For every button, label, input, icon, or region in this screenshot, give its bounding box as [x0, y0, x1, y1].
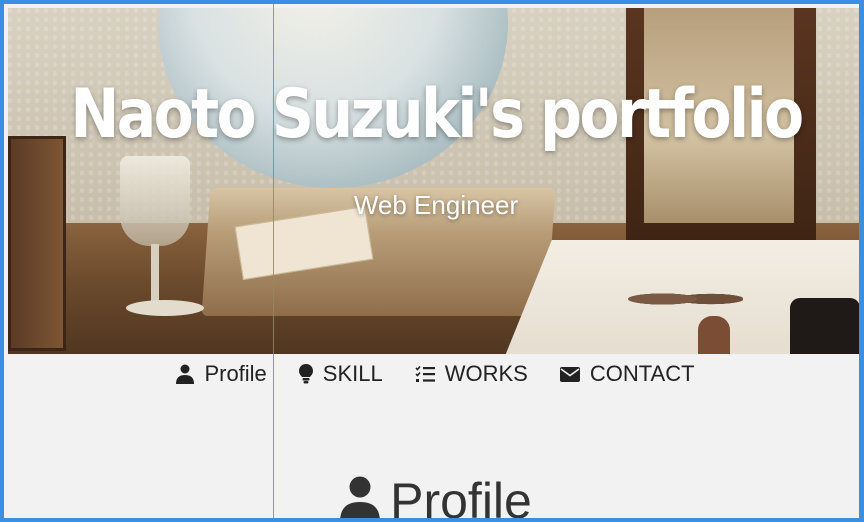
profile-section-heading: Profile	[4, 472, 859, 522]
nav-item-skill[interactable]: SKILL	[298, 361, 383, 387]
checklist-icon	[415, 365, 435, 383]
nav-item-contact[interactable]: CONTACT	[559, 361, 695, 387]
lightbulb-icon	[298, 364, 313, 384]
user-icon	[176, 364, 195, 384]
hero-subtitle: Web Engineer	[353, 190, 519, 220]
layout-guide-line	[273, 4, 274, 518]
nav-item-works[interactable]: WORKS	[415, 361, 528, 387]
nav-item-label: WORKS	[444, 361, 528, 386]
hero-inkwell-image	[790, 298, 859, 354]
main-nav: Profile SKILL WORKS CONTACT	[8, 354, 859, 394]
nav-item-label: SKILL	[322, 361, 383, 386]
user-icon	[340, 476, 380, 518]
nav-item-label: Profile	[204, 361, 267, 386]
browser-viewport: Naoto Suzuki's portfolio Web Engineer Pr…	[0, 0, 864, 522]
nav-item-profile[interactable]: Profile	[176, 361, 267, 387]
hero-stamp-image	[698, 316, 730, 354]
hero-title: Naoto Suzuki's portfolio	[70, 75, 804, 154]
hero-coins-image	[628, 286, 743, 312]
hero-glass-stem	[151, 244, 159, 304]
nav-item-label: CONTACT	[589, 361, 695, 386]
section-title: Profile	[390, 473, 532, 522]
hero-banner	[8, 8, 859, 354]
envelope-icon	[559, 366, 580, 382]
hero-glass-base	[126, 300, 204, 316]
hero-wooden-box-image	[8, 136, 66, 351]
